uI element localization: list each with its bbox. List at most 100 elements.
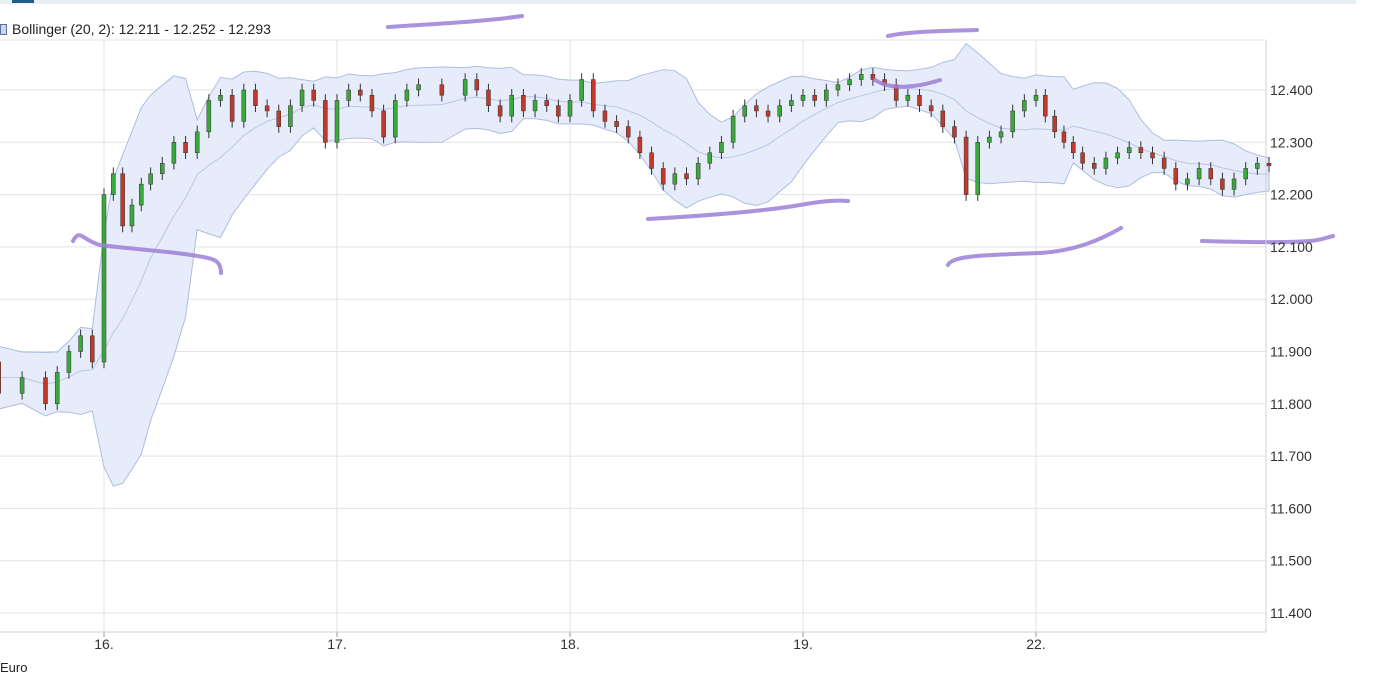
candle-down — [229, 94, 235, 122]
candle-up — [730, 115, 736, 143]
candle-up — [78, 335, 83, 352]
candle-up — [1243, 168, 1248, 180]
x-tick-label: 16. — [94, 636, 113, 652]
candle-up — [66, 351, 72, 373]
y-tick-label: 11.500 — [1270, 553, 1312, 569]
candle-up — [393, 100, 398, 138]
x-tick-label: 22. — [1026, 636, 1045, 652]
candle-down — [684, 173, 689, 180]
candle-down — [183, 142, 188, 154]
y-tick-label: 11.900 — [1270, 344, 1312, 360]
candle-down — [812, 94, 817, 101]
candle-down — [754, 105, 759, 112]
candle-down — [369, 94, 375, 112]
candle-up — [462, 79, 468, 96]
candle-up — [1126, 147, 1132, 154]
price-chart[interactable]: 11.400 11.500 11.600 11.700 11.800 11.900 12.0… — [0, 0, 1380, 660]
candle-down — [660, 168, 666, 185]
candle-down — [264, 105, 270, 112]
candle-up — [905, 94, 911, 101]
candle-down — [1173, 168, 1179, 185]
candle-down — [1138, 147, 1144, 154]
candle-down — [120, 173, 125, 227]
candle-up — [111, 173, 116, 195]
candle-down — [602, 110, 608, 122]
candle-up — [742, 105, 747, 117]
candle-up — [800, 94, 806, 101]
candle-down — [649, 152, 654, 169]
candle-up — [19, 377, 25, 394]
candle-up — [672, 173, 678, 185]
x-tick-label: 17. — [327, 636, 346, 652]
candle-up — [160, 162, 165, 174]
candle-down — [1092, 162, 1097, 169]
candle-up — [1103, 157, 1109, 169]
candle-up — [171, 142, 177, 164]
candle-up — [241, 89, 247, 122]
candle-down — [1150, 152, 1155, 159]
candle-down — [358, 89, 363, 96]
bollinger-band — [0, 42, 1270, 487]
candle-down — [1061, 131, 1067, 143]
candle-up — [824, 89, 829, 101]
candle-up — [777, 105, 782, 117]
candle-up — [101, 194, 107, 363]
candle-up — [789, 100, 794, 106]
candle-down — [1052, 115, 1057, 133]
annotation-stroke — [1200, 234, 1335, 245]
candle-up — [1115, 152, 1120, 159]
x-tick-label: 18. — [560, 636, 579, 652]
candle-down — [521, 94, 526, 112]
candle-down — [439, 84, 445, 96]
candle-up — [218, 94, 223, 101]
candle-up — [987, 136, 992, 143]
candle-down — [381, 110, 386, 138]
candle-up — [299, 89, 305, 106]
candle-up — [532, 100, 538, 112]
candle-up — [847, 79, 852, 86]
candle-up — [416, 84, 421, 91]
candle-down — [474, 79, 480, 91]
candle-up — [1185, 178, 1190, 185]
candle-down — [486, 89, 491, 106]
y-tick-label: 12.400 — [1270, 82, 1313, 98]
candle-up — [835, 84, 841, 91]
candle-up — [206, 100, 212, 133]
candle-down — [497, 105, 503, 117]
candle-down — [544, 100, 549, 106]
y-tick-label: 12.000 — [1270, 291, 1313, 307]
candle-up — [129, 204, 135, 227]
candle-up — [1010, 110, 1015, 133]
candle-up — [288, 105, 293, 127]
y-tick-label: 12.100 — [1270, 239, 1313, 255]
candle-up — [695, 162, 701, 180]
candle-up — [998, 131, 1004, 138]
candle-up — [707, 152, 713, 164]
candle-up — [346, 89, 351, 101]
candle-up — [579, 79, 584, 101]
candle-down — [1208, 168, 1213, 180]
candle-down — [614, 121, 619, 127]
candle-up — [567, 100, 573, 117]
candle-down — [963, 136, 969, 195]
candle-down — [556, 105, 561, 117]
y-tick-label: 11.800 — [1270, 396, 1312, 412]
y-tick-label: 11.600 — [1270, 500, 1312, 516]
candle-down — [626, 126, 631, 138]
candle-up — [1231, 178, 1237, 190]
candle-down — [1220, 178, 1225, 190]
candle-down — [90, 335, 95, 363]
candle-up — [719, 142, 724, 154]
candle-up — [509, 94, 514, 117]
candle-down — [928, 105, 934, 112]
candle-up — [1255, 162, 1260, 169]
candle-down — [253, 89, 258, 106]
candle-down — [323, 100, 328, 143]
candle-up — [1033, 94, 1039, 101]
candle-down — [276, 110, 281, 127]
candle-down — [940, 110, 946, 127]
candle-up — [139, 183, 144, 206]
y-tick-label: 12.200 — [1270, 187, 1313, 203]
x-tick-label: 19. — [793, 636, 812, 652]
y-tick-label: 12.300 — [1270, 134, 1313, 150]
